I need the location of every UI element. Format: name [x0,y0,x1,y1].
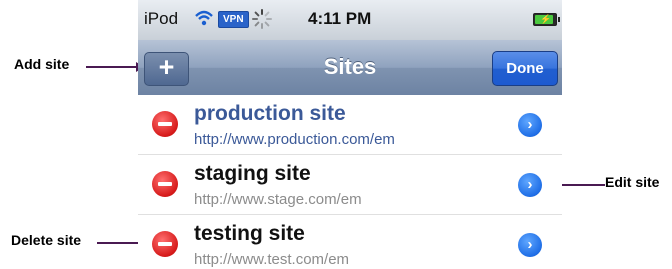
list-item[interactable]: staging site http://www.stage.com/em › [138,155,562,215]
phone-screen: iPod VPN 4:11 PM ⚡ + Sites Done producti… [138,0,562,269]
list-item[interactable]: testing site http://www.test.com/em › [138,215,562,269]
disclosure-icon[interactable]: › [518,113,542,137]
vpn-badge: VPN [218,11,249,28]
annotation-delete-site: Delete site [11,232,82,248]
delete-icon[interactable] [152,171,178,197]
delete-icon[interactable] [152,231,178,257]
site-url: http://www.stage.com/em [194,191,362,208]
annotation-edit-site: Edit site [605,174,660,190]
site-name: testing site [194,222,305,245]
list-item[interactable]: production site http://www.production.co… [138,95,562,155]
wifi-icon [195,10,213,26]
arrow-add-site [86,62,144,72]
charging-icon: ⚡ [540,14,552,24]
done-button[interactable]: Done [492,51,558,86]
carrier-label: iPod [144,9,179,28]
sites-list: production site http://www.production.co… [138,95,562,269]
status-bar: iPod VPN 4:11 PM ⚡ [138,0,562,41]
navigation-bar: + Sites Done [138,40,562,96]
disclosure-icon[interactable]: › [518,233,542,257]
annotation-add-site: Add site [14,56,70,72]
activity-spinner-icon [252,9,272,29]
disclosure-icon[interactable]: › [518,173,542,197]
arrow-edit-site [553,180,605,190]
delete-icon[interactable] [152,111,178,137]
site-name: production site [194,102,346,125]
clock: 4:11 PM [308,9,372,28]
site-name: staging site [194,162,311,185]
site-url: http://www.test.com/em [194,251,350,268]
battery-icon: ⚡ [533,13,560,26]
site-url: http://www.production.com/em [194,131,395,148]
